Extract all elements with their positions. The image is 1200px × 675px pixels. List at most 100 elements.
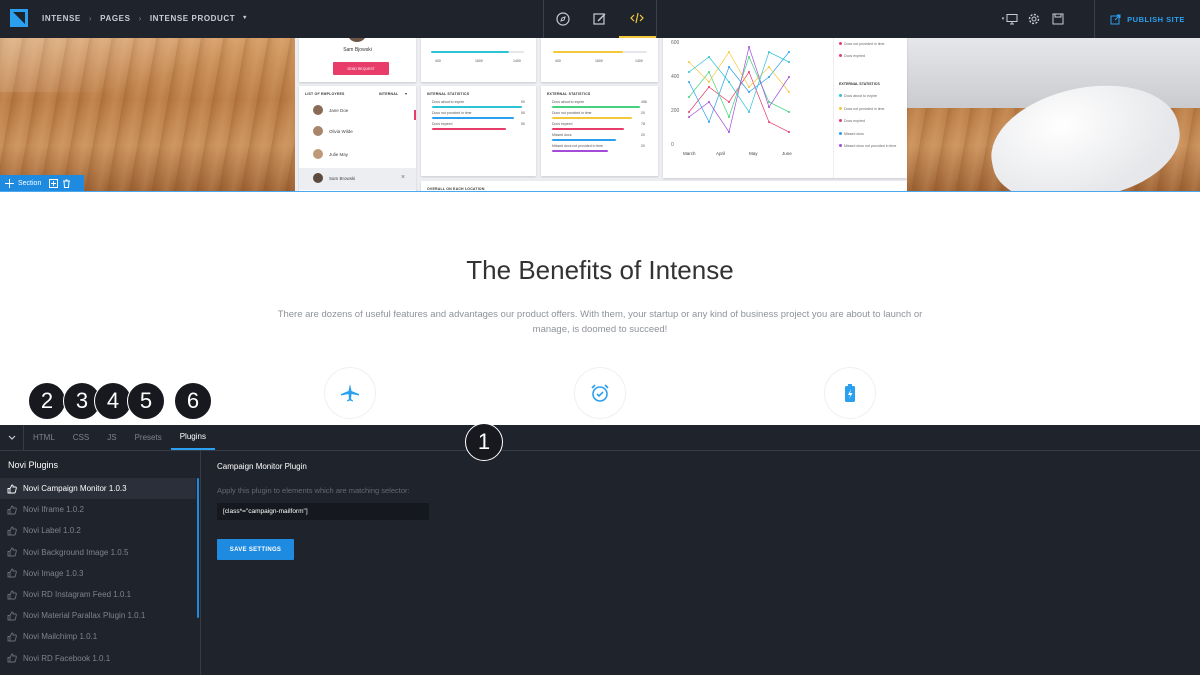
section-toolbar[interactable]: Section — [0, 175, 84, 191]
plugin-item-label: Novi Background Image 1.0.5 — [23, 547, 129, 557]
plugin-item-label: Novi RD Facebook 1.0.1 — [23, 653, 111, 663]
breadcrumb-separator: › — [138, 14, 142, 23]
collapse-panel-button[interactable] — [0, 425, 24, 450]
tick-label: 1400 — [635, 59, 643, 63]
plugin-item-label: Novi RD Instagram Feed 1.0.1 — [23, 590, 132, 600]
breadcrumb-item[interactable]: INTENSE PRODUCT — [150, 14, 235, 23]
legend-label: Docs expired — [844, 54, 865, 58]
legend-dot — [839, 144, 842, 147]
plugin-item[interactable]: Novi Material Parallax Plugin 1.0.1 — [0, 605, 196, 626]
avatar — [313, 126, 323, 136]
tab-css[interactable]: CSS — [64, 425, 98, 450]
legend-dot — [839, 119, 842, 122]
settings-button[interactable] — [1022, 0, 1046, 38]
selector-input[interactable] — [217, 503, 429, 520]
edit-mode-button[interactable] — [581, 0, 618, 38]
desktop-icon — [1006, 14, 1018, 25]
chart-point — [688, 61, 690, 63]
move-icon[interactable] — [5, 178, 14, 188]
stat-value: 50 — [521, 122, 525, 126]
callout-marker: 6 — [174, 382, 212, 420]
legend-item: Missed docs not provided in time — [839, 144, 896, 148]
plugin-item[interactable]: Novi Campaign Monitor 1.0.3 — [0, 478, 196, 500]
employee-name: Sam Browski — [329, 176, 356, 181]
legend-label: Missed docs not provided in time — [844, 144, 897, 148]
feature-icon — [325, 368, 375, 418]
save-button[interactable] — [1046, 0, 1070, 38]
chart-point — [708, 56, 710, 58]
chart-point — [688, 111, 690, 113]
divider — [833, 38, 834, 178]
chart-point — [728, 116, 730, 118]
progress-bar — [553, 51, 623, 53]
card-title: EXTERNAL STATISTICS — [547, 92, 591, 96]
chevron-down-icon[interactable]: ▾ — [243, 14, 247, 23]
callout-marker: 5 — [127, 382, 165, 420]
legend-label: Missed docs — [844, 131, 864, 136]
x-tick-label: May — [749, 151, 758, 156]
tab-plugins[interactable]: Plugins — [170, 425, 215, 450]
chart-point — [688, 116, 690, 118]
tick-label: 1400 — [513, 59, 521, 63]
line-chart: 600 400 200 0 March April May June — [671, 40, 792, 156]
plugin-item[interactable]: Novi RD Facebook 1.0.1 — [0, 648, 196, 669]
feature-icon — [825, 368, 875, 418]
stat-label: Missed docs not provided in time — [552, 144, 603, 148]
hero-section[interactable]: Sam Bjowski SEND REQUEST 400 1600 1400 4… — [0, 38, 1200, 192]
navigator-mode-button[interactable] — [544, 0, 581, 38]
trash-icon[interactable] — [62, 179, 71, 188]
chart-point — [768, 76, 770, 78]
x-tick-label: April — [716, 151, 725, 156]
chart-series-line — [688, 51, 790, 113]
plugin-item[interactable]: Novi Background Image 1.0.5 — [0, 542, 196, 563]
avatar — [313, 149, 323, 159]
plugin-item[interactable]: Novi Iframe 1.0.2 — [0, 499, 196, 520]
internal-stats-card: INTERNAL STATISTICS Docs about to expire… — [421, 86, 536, 176]
feature-icon — [575, 368, 625, 418]
tick-label: 1600 — [475, 59, 483, 63]
code-mode-button[interactable] — [618, 0, 656, 38]
y-tick-label: 600 — [671, 40, 680, 46]
save-settings-button[interactable]: SAVE SETTINGS — [217, 539, 294, 560]
chart-point — [748, 86, 750, 88]
breadcrumb-item[interactable]: PAGES — [100, 14, 130, 23]
device-switch-button[interactable]: ▾ — [998, 0, 1022, 38]
publish-site-button[interactable]: PUBLISH SITE — [1094, 0, 1200, 38]
chart-point — [768, 101, 770, 103]
thumbs-up-icon — [7, 547, 17, 557]
y-tick-label: 0 — [671, 142, 674, 148]
plugin-item[interactable]: Novi Image 1.0.3 — [0, 563, 196, 584]
employee-name: Julie May — [329, 152, 349, 157]
external-stats-card: EXTERNAL STATISTICS Docs about to expire… — [541, 86, 658, 176]
progress-track — [509, 51, 524, 53]
stat-bar — [552, 106, 640, 108]
plugin-item[interactable]: Novi Label 1.0.2 — [0, 520, 196, 541]
thumbs-up-icon — [7, 590, 17, 599]
y-tick-label: 400 — [671, 74, 680, 80]
thumbs-up-icon — [7, 611, 17, 621]
plugin-item[interactable]: Novi RD Instagram Feed 1.0.1 — [0, 584, 196, 605]
publish-site-label: PUBLISH SITE — [1127, 14, 1185, 24]
benefits-description: There are dozens of useful features and … — [277, 309, 923, 335]
tick-label: 400 — [555, 59, 561, 63]
tab-js[interactable]: JS — [98, 425, 125, 450]
chart-point — [708, 121, 710, 123]
legend-item: Docs not provided in time — [839, 42, 885, 46]
chart-point — [728, 51, 730, 53]
stat-card: 400 1600 1400 — [421, 38, 536, 82]
plugin-item-label: Novi Mailchimp 1.0.1 — [23, 632, 98, 642]
chart-point — [708, 71, 710, 73]
tab-presets[interactable]: Presets — [126, 425, 171, 450]
tab-html[interactable]: HTML — [24, 425, 64, 450]
novi-logo-icon[interactable] — [10, 9, 28, 27]
legend-label: Docs not provided in time — [844, 106, 885, 111]
scrollbar[interactable] — [197, 478, 199, 618]
battery-icon — [845, 384, 855, 402]
breadcrumb-item[interactable]: INTENSE — [42, 14, 81, 23]
stat-card: 400 1600 1400 — [541, 38, 658, 82]
stat-value: 20 — [641, 111, 645, 115]
chart-point — [728, 66, 730, 68]
plugin-item[interactable]: Novi Mailchimp 1.0.1 — [0, 626, 196, 647]
external-link-icon — [1110, 14, 1121, 24]
add-icon[interactable] — [49, 178, 59, 188]
